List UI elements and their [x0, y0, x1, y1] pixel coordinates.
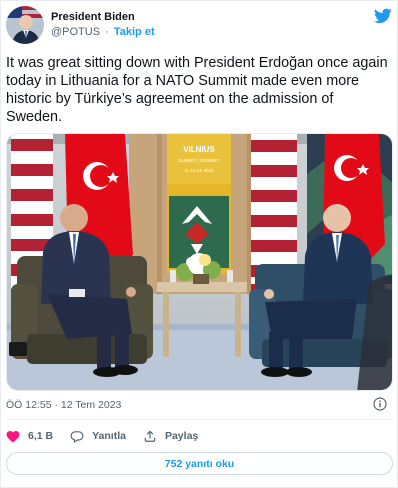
tweet-text: It was great sitting down with President…: [6, 55, 388, 125]
share-icon: [144, 430, 156, 442]
avatar[interactable]: [6, 6, 44, 44]
twitter-bird-icon[interactable]: [373, 8, 392, 24]
follow-button[interactable]: Takip et: [114, 26, 155, 38]
tweet-photo[interactable]: VILNIUS SUMMIT | SOMMET 11-12 VII 2023: [6, 133, 393, 391]
read-replies-button[interactable]: 752 yanıtı oku: [6, 452, 393, 475]
tweet-timestamp[interactable]: ÖÖ 12:55 · 12 Tem 2023: [6, 399, 121, 411]
tweet-header: President Biden @POTUS · Takip et: [6, 6, 394, 46]
like-count: 6,1 B: [28, 430, 54, 442]
share-button[interactable]: Paylaş: [143, 429, 198, 443]
author-handle[interactable]: @POTUS: [51, 26, 100, 38]
photo-scene: VILNIUS SUMMIT | SOMMET 11-12 VII 2023: [7, 134, 392, 390]
reply-button[interactable]: Yanıtla: [70, 430, 126, 443]
banner-title: VILNIUS: [183, 145, 215, 154]
author-handle-row: @POTUS · Takip et: [51, 24, 155, 40]
tweet-actions: 6,1 B Yanıtla Paylaş: [6, 426, 215, 446]
author-display-name[interactable]: President Biden: [51, 10, 155, 24]
like-button[interactable]: 6,1 B: [6, 430, 53, 443]
heart-icon: [6, 430, 20, 443]
avatar-image: [6, 6, 44, 44]
tweet-embed-card: President Biden @POTUS · Takip et It was…: [0, 0, 398, 488]
reply-icon: [70, 430, 84, 443]
author-info: President Biden @POTUS · Takip et: [51, 10, 155, 40]
banner-date: 11-12 VII 2023: [184, 168, 214, 173]
info-icon[interactable]: [373, 397, 387, 411]
reply-label: Yanıtla: [92, 430, 126, 442]
banner-subtitle: SUMMIT | SOMMET: [178, 158, 219, 163]
separator: ·: [105, 26, 109, 38]
divider: [6, 419, 393, 420]
share-label: Paylaş: [164, 430, 199, 442]
